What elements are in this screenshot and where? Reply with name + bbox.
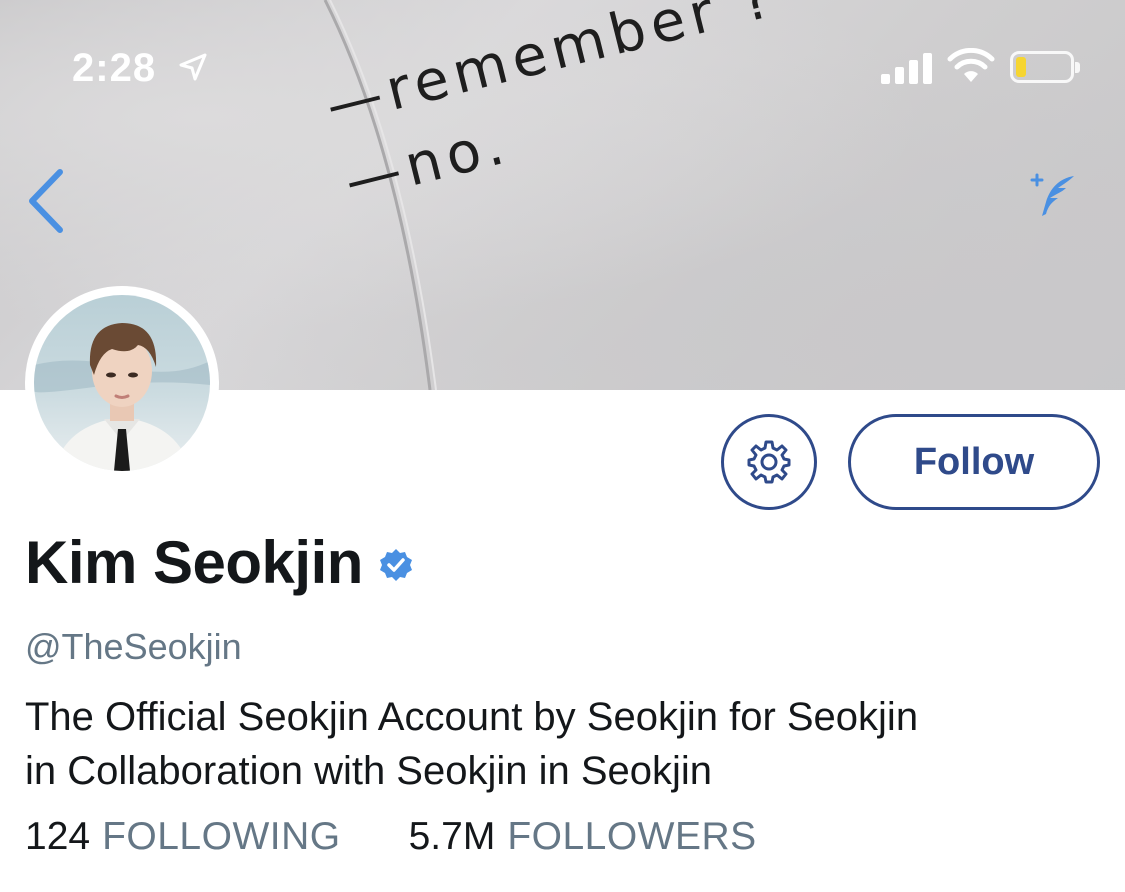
followers-count: 5.7M [408, 815, 496, 858]
followers-label: FOLLOWERS [507, 815, 757, 858]
following-stat[interactable]: 124 FOLLOWING [25, 815, 341, 859]
gear-icon [747, 440, 791, 484]
battery-level [1016, 57, 1026, 77]
battery-icon [1010, 51, 1080, 83]
compose-tweet-icon[interactable] [1030, 172, 1078, 220]
cellular-signal-icon [881, 53, 932, 84]
status-time: 2:28 [72, 46, 157, 90]
bio-line: The Official Seokjin Account by Seokjin … [25, 695, 919, 739]
profile-name-row: Kim Seokjin [25, 528, 413, 597]
profile-bio: The Official Seokjin Account by Seokjin … [25, 690, 1105, 798]
person-portrait-icon [34, 323, 210, 471]
back-chevron-icon[interactable] [26, 168, 66, 234]
location-arrow-icon [179, 53, 207, 81]
following-count: 124 [25, 815, 91, 858]
followers-stat[interactable]: 5.7M FOLLOWERS [409, 815, 757, 859]
avatar-photo [34, 295, 210, 471]
profile-handle: @TheSeokjin [25, 626, 242, 667]
display-name: Kim Seokjin [25, 529, 363, 596]
profile-stats: 124 FOLLOWING 5.7M FOLLOWERS [25, 815, 757, 859]
wifi-icon [947, 48, 995, 82]
profile-avatar[interactable] [25, 286, 219, 480]
verified-badge-icon [379, 548, 412, 581]
settings-button[interactable] [721, 414, 817, 510]
following-label: FOLLOWING [102, 815, 341, 858]
follow-button[interactable]: Follow [848, 414, 1100, 510]
bio-line: in Collaboration with Seokjin in Seokjin [25, 749, 713, 793]
